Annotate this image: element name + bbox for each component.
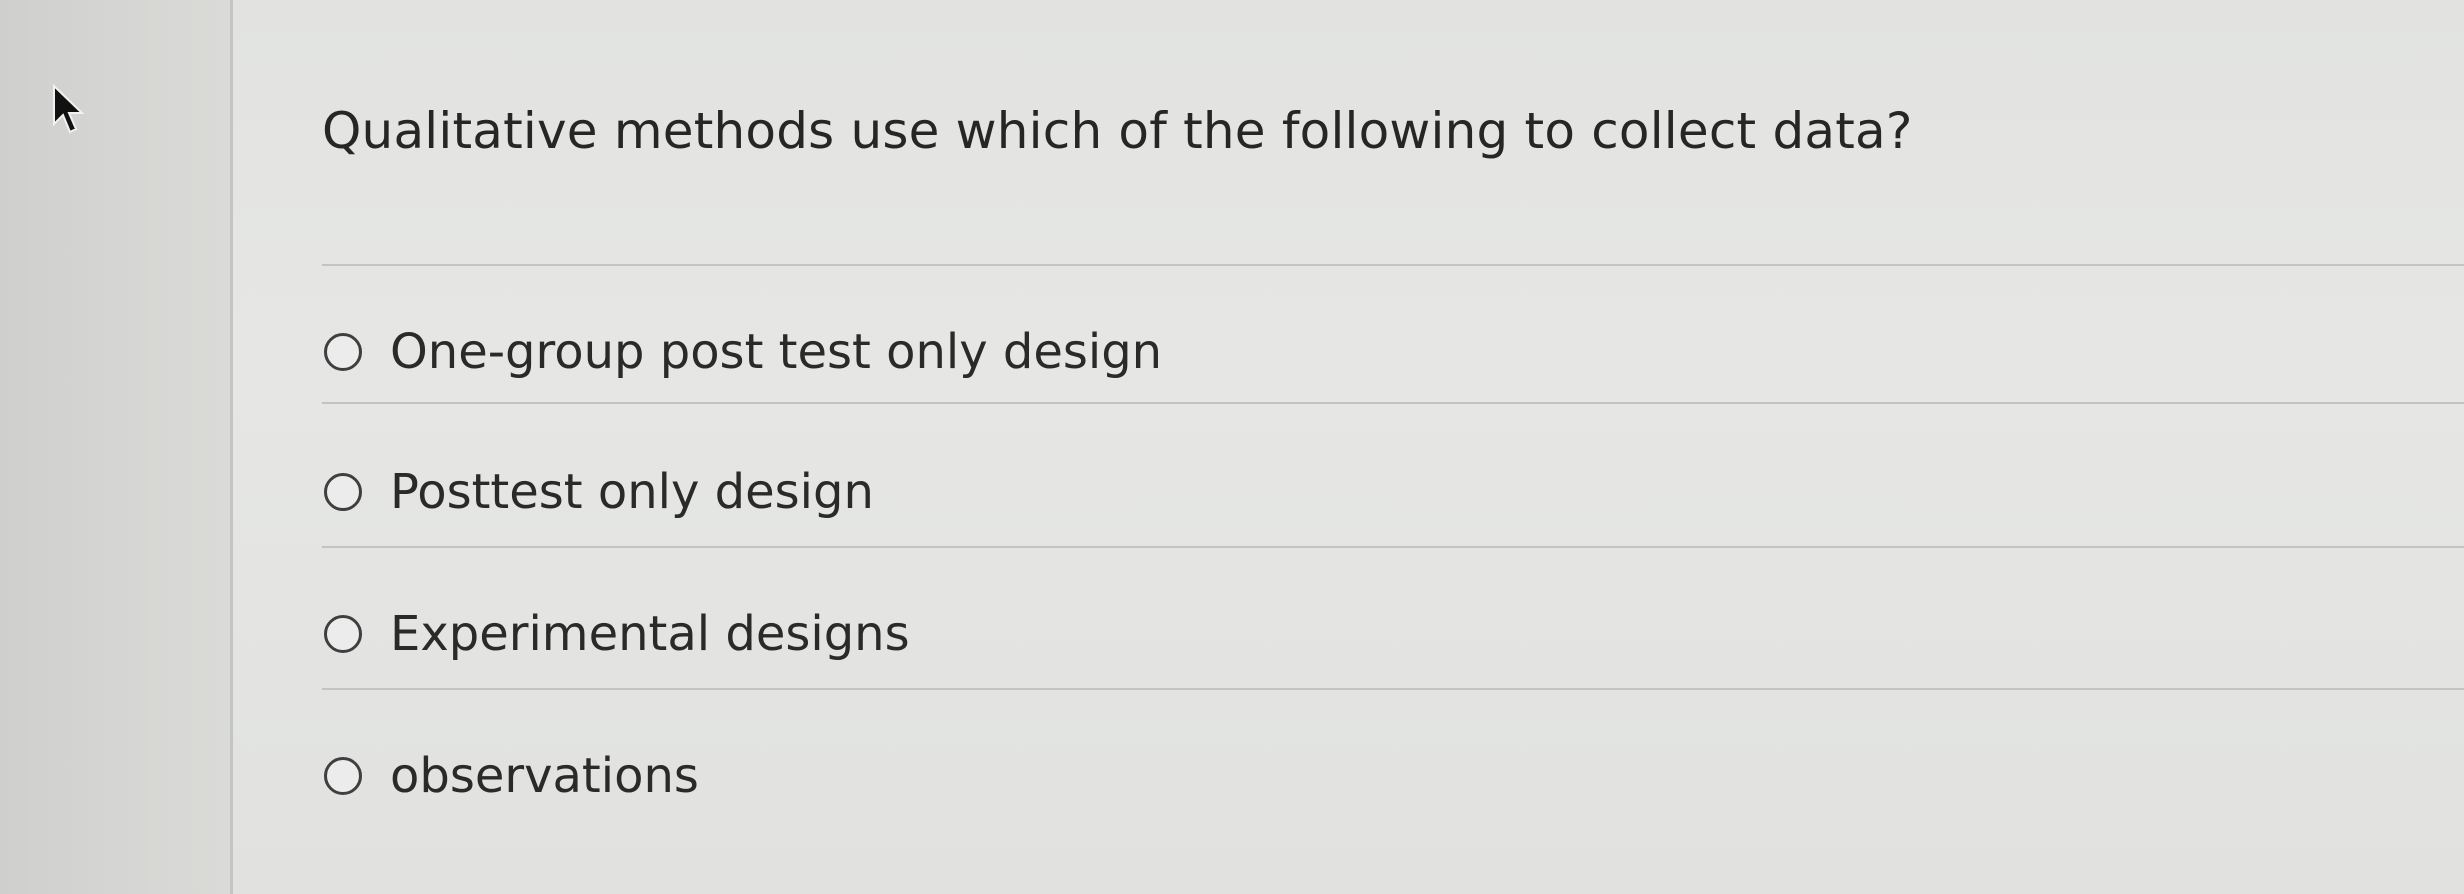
- radio-button-icon[interactable]: [324, 757, 362, 795]
- option-one-group-post-test[interactable]: One-group post test only design: [324, 312, 1162, 392]
- option-observations[interactable]: observations: [324, 736, 699, 816]
- option-label: One-group post test only design: [390, 324, 1163, 380]
- option-divider: [322, 546, 2464, 548]
- option-divider: [322, 688, 2464, 690]
- option-label: Posttest only design: [390, 464, 874, 520]
- question-divider: [322, 264, 2464, 266]
- option-divider: [322, 402, 2464, 404]
- option-posttest-only[interactable]: Posttest only design: [324, 452, 874, 532]
- option-label: observations: [390, 748, 699, 804]
- mouse-pointer-icon: [53, 84, 85, 134]
- radio-button-icon[interactable]: [324, 615, 362, 653]
- option-experimental-designs[interactable]: Experimental designs: [324, 594, 910, 674]
- radio-button-icon[interactable]: [324, 333, 362, 371]
- left-gutter: [0, 0, 230, 894]
- radio-button-icon[interactable]: [324, 473, 362, 511]
- option-label: Experimental designs: [390, 606, 910, 662]
- question-title: Qualitative methods use which of the fol…: [322, 102, 1913, 160]
